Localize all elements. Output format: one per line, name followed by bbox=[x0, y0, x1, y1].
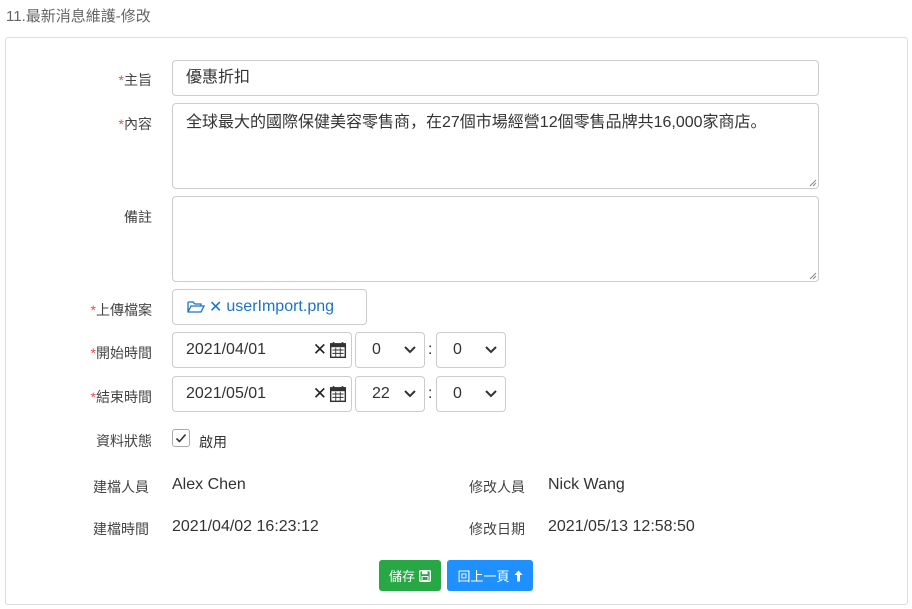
arrow-up-icon bbox=[514, 570, 522, 581]
chevron-down-icon bbox=[404, 346, 416, 354]
chevron-down-icon bbox=[485, 346, 497, 354]
calendar-icon[interactable] bbox=[329, 341, 347, 359]
resize-grip-icon[interactable] bbox=[809, 179, 817, 187]
enabled-checkbox-label[interactable]: 啟用 bbox=[199, 432, 227, 452]
start-date-value: 2021/04/01 bbox=[186, 341, 267, 358]
subject-label: *主旨 bbox=[118, 72, 152, 88]
modifier-label: 修改人員 bbox=[469, 479, 525, 495]
back-button[interactable]: 回上一頁 bbox=[447, 560, 533, 591]
end-date-value: 2021/05/01 bbox=[186, 385, 267, 402]
end-date-input[interactable]: 2021/05/01 ✕ bbox=[172, 376, 352, 412]
content-label: *內容 bbox=[118, 116, 152, 132]
status-label: 資料狀態 bbox=[96, 433, 152, 449]
content-text: 全球最大的國際保健美容零售商，在27個市場經營12個零售品牌共16,000家商店… bbox=[186, 114, 767, 131]
start-date-input[interactable]: 2021/04/01 ✕ bbox=[172, 332, 352, 368]
save-button[interactable]: 儲存 bbox=[379, 560, 441, 591]
start-minute-select[interactable]: 0 bbox=[436, 332, 506, 368]
created-time-label: 建檔時間 bbox=[93, 521, 149, 537]
clear-date-icon[interactable]: ✕ bbox=[313, 340, 327, 360]
modified-date-value: 2021/05/13 12:58:50 bbox=[548, 518, 695, 535]
remarks-label: 備註 bbox=[124, 209, 152, 225]
created-time-value: 2021/04/02 16:23:12 bbox=[172, 518, 319, 535]
creator-value: Alex Chen bbox=[172, 476, 246, 493]
file-upload-button[interactable]: ✕ userImport.png bbox=[172, 289, 367, 325]
clear-date-icon[interactable]: ✕ bbox=[313, 384, 327, 404]
save-button-label: 儲存 bbox=[388, 569, 415, 584]
start-hour-select[interactable]: 0 bbox=[355, 332, 425, 368]
end-minute-select[interactable]: 0 bbox=[436, 376, 506, 412]
end-hour-select[interactable]: 22 bbox=[355, 376, 425, 412]
time-separator: : bbox=[428, 385, 433, 402]
floppy-disk-icon bbox=[419, 569, 431, 582]
uploaded-filename[interactable]: userImport.png bbox=[226, 298, 334, 316]
calendar-icon[interactable] bbox=[329, 385, 347, 403]
enabled-checkbox[interactable] bbox=[172, 429, 190, 447]
time-separator: : bbox=[428, 341, 433, 358]
subject-input[interactable]: 優惠折扣 bbox=[172, 60, 819, 96]
modifier-value: Nick Wang bbox=[548, 476, 625, 493]
chevron-down-icon bbox=[485, 390, 497, 398]
page-title: 11.最新消息維護-修改 bbox=[6, 8, 151, 25]
upload-label: *上傳檔案 bbox=[90, 302, 152, 318]
content-textarea[interactable]: 全球最大的國際保健美容零售商，在27個市場經營12個零售品牌共16,000家商店… bbox=[172, 103, 819, 189]
start-time-label: *開始時間 bbox=[90, 345, 152, 361]
back-button-label: 回上一頁 bbox=[457, 569, 510, 584]
remarks-textarea[interactable] bbox=[172, 196, 819, 282]
creator-label: 建檔人員 bbox=[93, 479, 149, 495]
chevron-down-icon bbox=[404, 390, 416, 398]
folder-open-icon bbox=[187, 301, 205, 313]
remove-file-icon[interactable]: ✕ bbox=[209, 297, 222, 317]
end-time-label: *結束時間 bbox=[90, 389, 152, 405]
checkmark-icon bbox=[175, 433, 187, 443]
resize-grip-icon[interactable] bbox=[809, 272, 817, 280]
modified-date-label: 修改日期 bbox=[469, 521, 525, 537]
